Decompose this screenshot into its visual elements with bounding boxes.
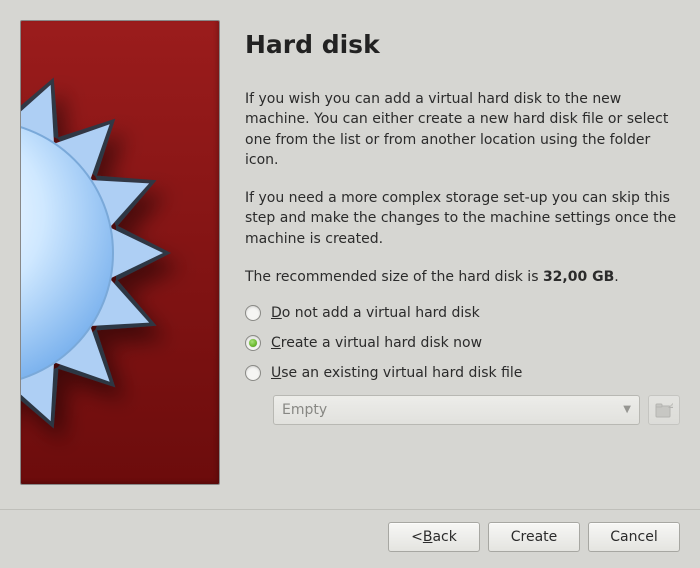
wizard-footer: < Back Create Cancel [0, 509, 700, 568]
recommended-size-value: 32,00 GB [543, 269, 614, 285]
hard-disk-options: Do not add a virtual hard disk Create a … [245, 305, 680, 425]
cancel-button[interactable]: Cancel [588, 522, 680, 552]
existing-file-row: Empty ▼ [273, 395, 680, 425]
option-label: Do not add a virtual hard disk [271, 305, 480, 321]
intro-paragraph-2: If you need a more complex storage set-u… [245, 188, 680, 249]
combo-value: Empty [282, 402, 327, 418]
folder-up-icon [654, 401, 674, 419]
wizard-dialog: Hard disk If you wish you can add a virt… [0, 0, 700, 568]
page-title: Hard disk [245, 30, 680, 59]
option-create-new[interactable]: Create a virtual hard disk now [245, 335, 680, 351]
radio-icon [245, 305, 261, 321]
radio-icon [245, 335, 261, 351]
recommended-size-line: The recommended size of the hard disk is… [245, 267, 680, 287]
browse-button[interactable] [648, 395, 680, 425]
back-button[interactable]: < Back [388, 522, 480, 552]
option-label: Use an existing virtual hard disk file [271, 365, 522, 381]
content-pane: Hard disk If you wish you can add a virt… [220, 20, 680, 509]
option-do-not-add[interactable]: Do not add a virtual hard disk [245, 305, 680, 321]
option-label: Create a virtual hard disk now [271, 335, 482, 351]
wizard-body: Hard disk If you wish you can add a virt… [0, 0, 700, 509]
option-use-existing[interactable]: Use an existing virtual hard disk file [245, 365, 680, 381]
radio-icon [245, 365, 261, 381]
existing-file-combo[interactable]: Empty ▼ [273, 395, 640, 425]
intro-paragraph-1: If you wish you can add a virtual hard d… [245, 89, 680, 170]
chevron-down-icon: ▼ [623, 405, 631, 415]
sidebar-illustration [20, 20, 220, 485]
create-button[interactable]: Create [488, 522, 580, 552]
